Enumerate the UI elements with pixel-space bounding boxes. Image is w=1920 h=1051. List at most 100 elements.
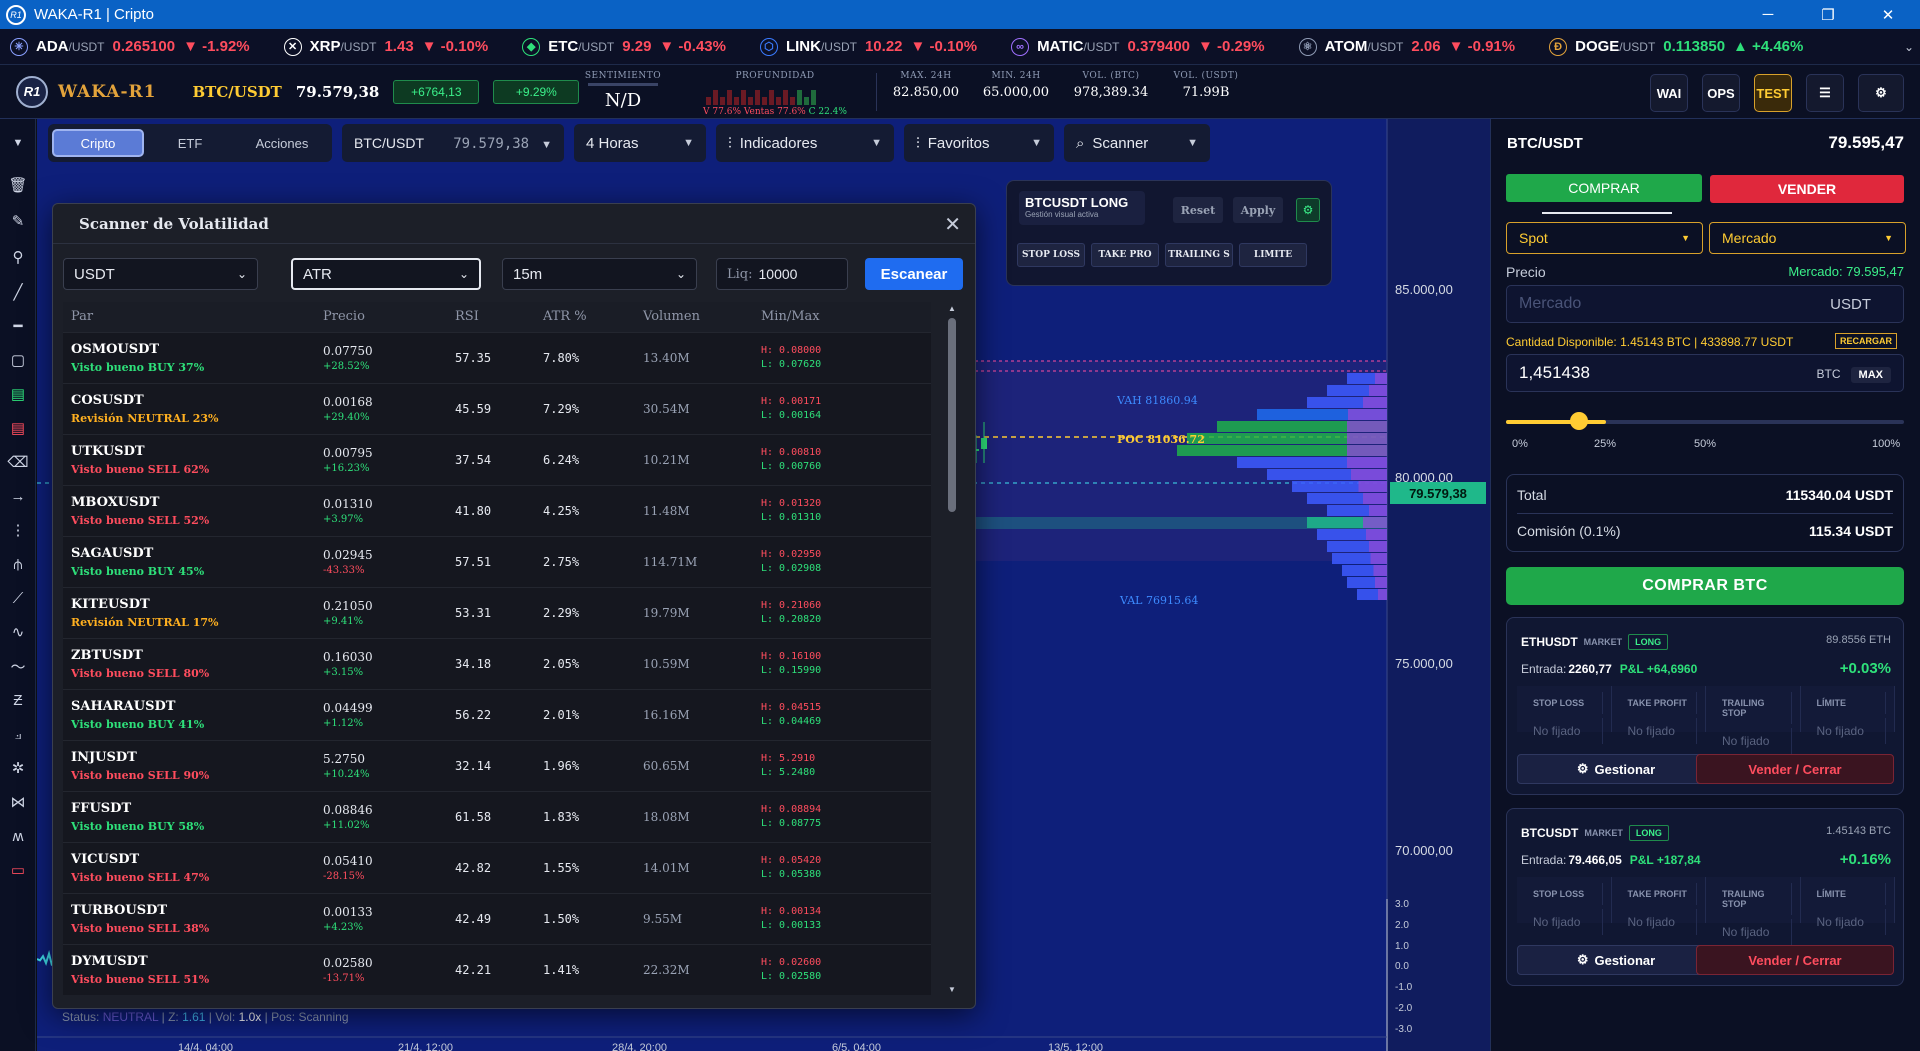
- take-profit-field[interactable]: TAKE PROFIT No fijado: [1612, 686, 1706, 744]
- scroll-down-icon[interactable]: ▼: [948, 985, 956, 994]
- minimize-button[interactable]: ─: [1740, 0, 1796, 29]
- tab-acciones[interactable]: Acciones: [236, 129, 328, 157]
- timeframe-selector[interactable]: 4 Horas ▼: [574, 124, 706, 162]
- order-widget-trailing-s-button[interactable]: TRAILING S: [1165, 243, 1233, 267]
- rectangle-icon[interactable]: ▢: [0, 343, 36, 377]
- manage-position-button[interactable]: ⚙ Gestionar: [1517, 754, 1715, 784]
- ruler-icon[interactable]: ⟋: [0, 581, 36, 615]
- metric-select[interactable]: ATR ⌄: [291, 258, 481, 290]
- scroll-thumb[interactable]: [948, 318, 956, 512]
- eraser-icon[interactable]: ⌫: [0, 445, 36, 479]
- ticker-scroll-chevron-icon[interactable]: ⌄: [1904, 40, 1914, 54]
- reset-button[interactable]: Reset: [1173, 197, 1223, 223]
- trend-line-icon[interactable]: ╱: [0, 275, 36, 309]
- ticker-item-doge[interactable]: Ð DOGE/USDT 0.113850 ▲ +4.46%: [1549, 37, 1803, 56]
- column-header-2[interactable]: RSI: [447, 302, 535, 332]
- stop-loss-field[interactable]: STOP LOSS No fijado: [1517, 686, 1612, 744]
- price-input[interactable]: Mercado USDT: [1506, 285, 1904, 323]
- table-row[interactable]: FFUSDT Visto bueno BUY 58% 0.08846 +11.02% 6…: [63, 790, 931, 842]
- close-icon[interactable]: ✕: [944, 212, 961, 237]
- table-row[interactable]: TURBOUSDT Visto bueno SELL 38% 0.00133 +4.2…: [63, 892, 931, 944]
- wave-icon[interactable]: 〜: [0, 649, 36, 683]
- scroll-up-icon[interactable]: ▲: [948, 304, 956, 313]
- path-icon[interactable]: ∿: [0, 615, 36, 649]
- ticker-item-link[interactable]: ⬡ LINK/USDT 10.22 ▼ -0.10%: [759, 37, 977, 56]
- account-type-select[interactable]: Spot ▼: [1506, 222, 1703, 254]
- close-position-button[interactable]: Vender / Cerrar: [1696, 754, 1894, 784]
- trailing-stop-field[interactable]: TRAILING STOP No fijado: [1706, 686, 1801, 754]
- header-pair[interactable]: BTC/USDT: [192, 83, 281, 101]
- maximize-button[interactable]: ❐: [1800, 0, 1856, 29]
- ticker-item-atom[interactable]: ⚛ ATOM/USDT 2.06 ▼ -0.91%: [1298, 37, 1515, 56]
- scanner-scrollbar[interactable]: ▲ ▼: [946, 304, 958, 994]
- magnet-icon[interactable]: ⚲: [0, 239, 36, 275]
- short-position-icon[interactable]: ▤: [0, 411, 36, 445]
- quantity-input[interactable]: 1,451438 BTC MAX: [1506, 354, 1904, 392]
- buy-tab-button[interactable]: COMPRAR: [1506, 174, 1702, 202]
- fib-icon[interactable]: ⋮: [0, 513, 36, 547]
- scan-button[interactable]: Escanear: [865, 258, 963, 290]
- ticker-item-etc[interactable]: ◆ ETC/USDT 9.29 ▼ -0.43%: [522, 37, 726, 56]
- column-header-3[interactable]: ATR %: [535, 302, 635, 332]
- order-widget-stop-loss-button[interactable]: STOP LOSS: [1017, 243, 1085, 267]
- curve-icon[interactable]: ⟓: [0, 717, 36, 751]
- box-icon[interactable]: ▭: [0, 853, 36, 887]
- table-row[interactable]: MBOXUSDT Visto bueno SELL 52% 0.01310 +3.97…: [63, 484, 931, 536]
- apply-button[interactable]: Apply: [1233, 197, 1283, 223]
- list-menu-icon[interactable]: ☰: [1806, 74, 1844, 112]
- ticker-item-xrp[interactable]: ✕ XRP/USDT 1.43 ▼ -0.10%: [283, 37, 488, 56]
- limit-field[interactable]: LÍMITE No fijado: [1801, 686, 1895, 744]
- wai-button[interactable]: WAI: [1650, 74, 1688, 112]
- menu-chevron-icon[interactable]: ▼: [0, 119, 36, 167]
- table-row[interactable]: SAGAUSDT Visto bueno BUY 45% 0.02945 -43.33…: [63, 535, 931, 587]
- table-row[interactable]: COSUSDT Revisión NEUTRAL 23% 0.00168 +29.40…: [63, 382, 931, 434]
- slider-handle[interactable]: [1569, 412, 1588, 430]
- order-widget-take-pro-button[interactable]: TAKE PRO: [1091, 243, 1159, 267]
- ticker-item-ada[interactable]: ✳ ADA/USDT 0.265100 ▼ -1.92%: [10, 37, 250, 56]
- column-header-0[interactable]: Par: [63, 302, 315, 332]
- order-widget-limite-button[interactable]: LIMITE: [1239, 243, 1307, 267]
- widget-settings-gear-icon[interactable]: ⚙: [1296, 198, 1320, 222]
- column-header-4[interactable]: Volumen: [635, 302, 753, 332]
- buy-btc-button[interactable]: COMPRAR BTC: [1506, 567, 1904, 605]
- test-button[interactable]: TEST: [1754, 74, 1792, 112]
- table-row[interactable]: ZBTUSDT Visto bueno SELL 80% 0.16030 +3.15%…: [63, 637, 931, 689]
- favorites-button[interactable]: ⫶ Favoritos ▼: [904, 124, 1054, 162]
- table-row[interactable]: UTKUSDT Visto bueno SELL 62% 0.00795 +16.23…: [63, 433, 931, 485]
- tab-etf[interactable]: ETF: [144, 129, 236, 157]
- long-position-icon[interactable]: ▤: [0, 377, 36, 411]
- quote-select[interactable]: USDT ⌄: [63, 258, 258, 290]
- trash-icon[interactable]: 🗑: [0, 167, 36, 203]
- table-row[interactable]: VICUSDT Visto bueno SELL 47% 0.05410 -28.15…: [63, 841, 931, 893]
- take-profit-field[interactable]: TAKE PROFIT No fijado: [1612, 877, 1706, 935]
- column-header-5[interactable]: Min/Max: [753, 302, 931, 332]
- zigzag-icon[interactable]: Ƶ: [0, 683, 36, 717]
- column-header-1[interactable]: Precio: [315, 302, 447, 332]
- cross-icon[interactable]: ✲: [0, 751, 36, 785]
- close-position-button[interactable]: Vender / Cerrar: [1696, 945, 1894, 975]
- max-button[interactable]: MAX: [1850, 366, 1891, 383]
- horizontal-line-icon[interactable]: ━: [0, 309, 36, 343]
- tab-cripto[interactable]: Cripto: [52, 129, 144, 157]
- pencil-icon[interactable]: ✎: [0, 203, 36, 239]
- elliott-icon[interactable]: ʍ: [0, 819, 36, 853]
- trailing-stop-field[interactable]: TRAILING STOP No fijado: [1706, 877, 1801, 945]
- interval-select[interactable]: 15m ⌄: [502, 258, 697, 290]
- arrow-icon[interactable]: →: [0, 479, 36, 513]
- quantity-slider[interactable]: [1506, 412, 1904, 436]
- table-row[interactable]: OSMOUSDT Visto bueno BUY 37% 0.07750 +28.52…: [63, 331, 931, 383]
- ticker-item-matic[interactable]: ∞ MATIC/USDT 0.379400 ▼ -0.29%: [1011, 37, 1265, 56]
- manage-position-button[interactable]: ⚙ Gestionar: [1517, 945, 1715, 975]
- settings-gear-icon[interactable]: ⚙: [1858, 74, 1904, 112]
- stop-loss-field[interactable]: STOP LOSS No fijado: [1517, 877, 1612, 935]
- pair-selector[interactable]: BTC/USDT 79.579,38 ▼: [342, 124, 564, 162]
- order-type-select[interactable]: Mercado ▼: [1709, 222, 1906, 254]
- table-row[interactable]: INJUSDT Visto bueno SELL 90% 5.2750 +10.24%…: [63, 739, 931, 791]
- recharge-button[interactable]: RECARGAR: [1835, 333, 1898, 349]
- ops-button[interactable]: OPS: [1702, 74, 1740, 112]
- table-row[interactable]: KITEUSDT Revisión NEUTRAL 17% 0.21050 +9.41…: [63, 586, 931, 638]
- limit-field[interactable]: LÍMITE No fijado: [1801, 877, 1895, 935]
- close-window-button[interactable]: ✕: [1860, 0, 1916, 29]
- sell-tab-button[interactable]: VENDER: [1710, 175, 1904, 203]
- pitchfork-icon[interactable]: ⫛: [0, 547, 36, 581]
